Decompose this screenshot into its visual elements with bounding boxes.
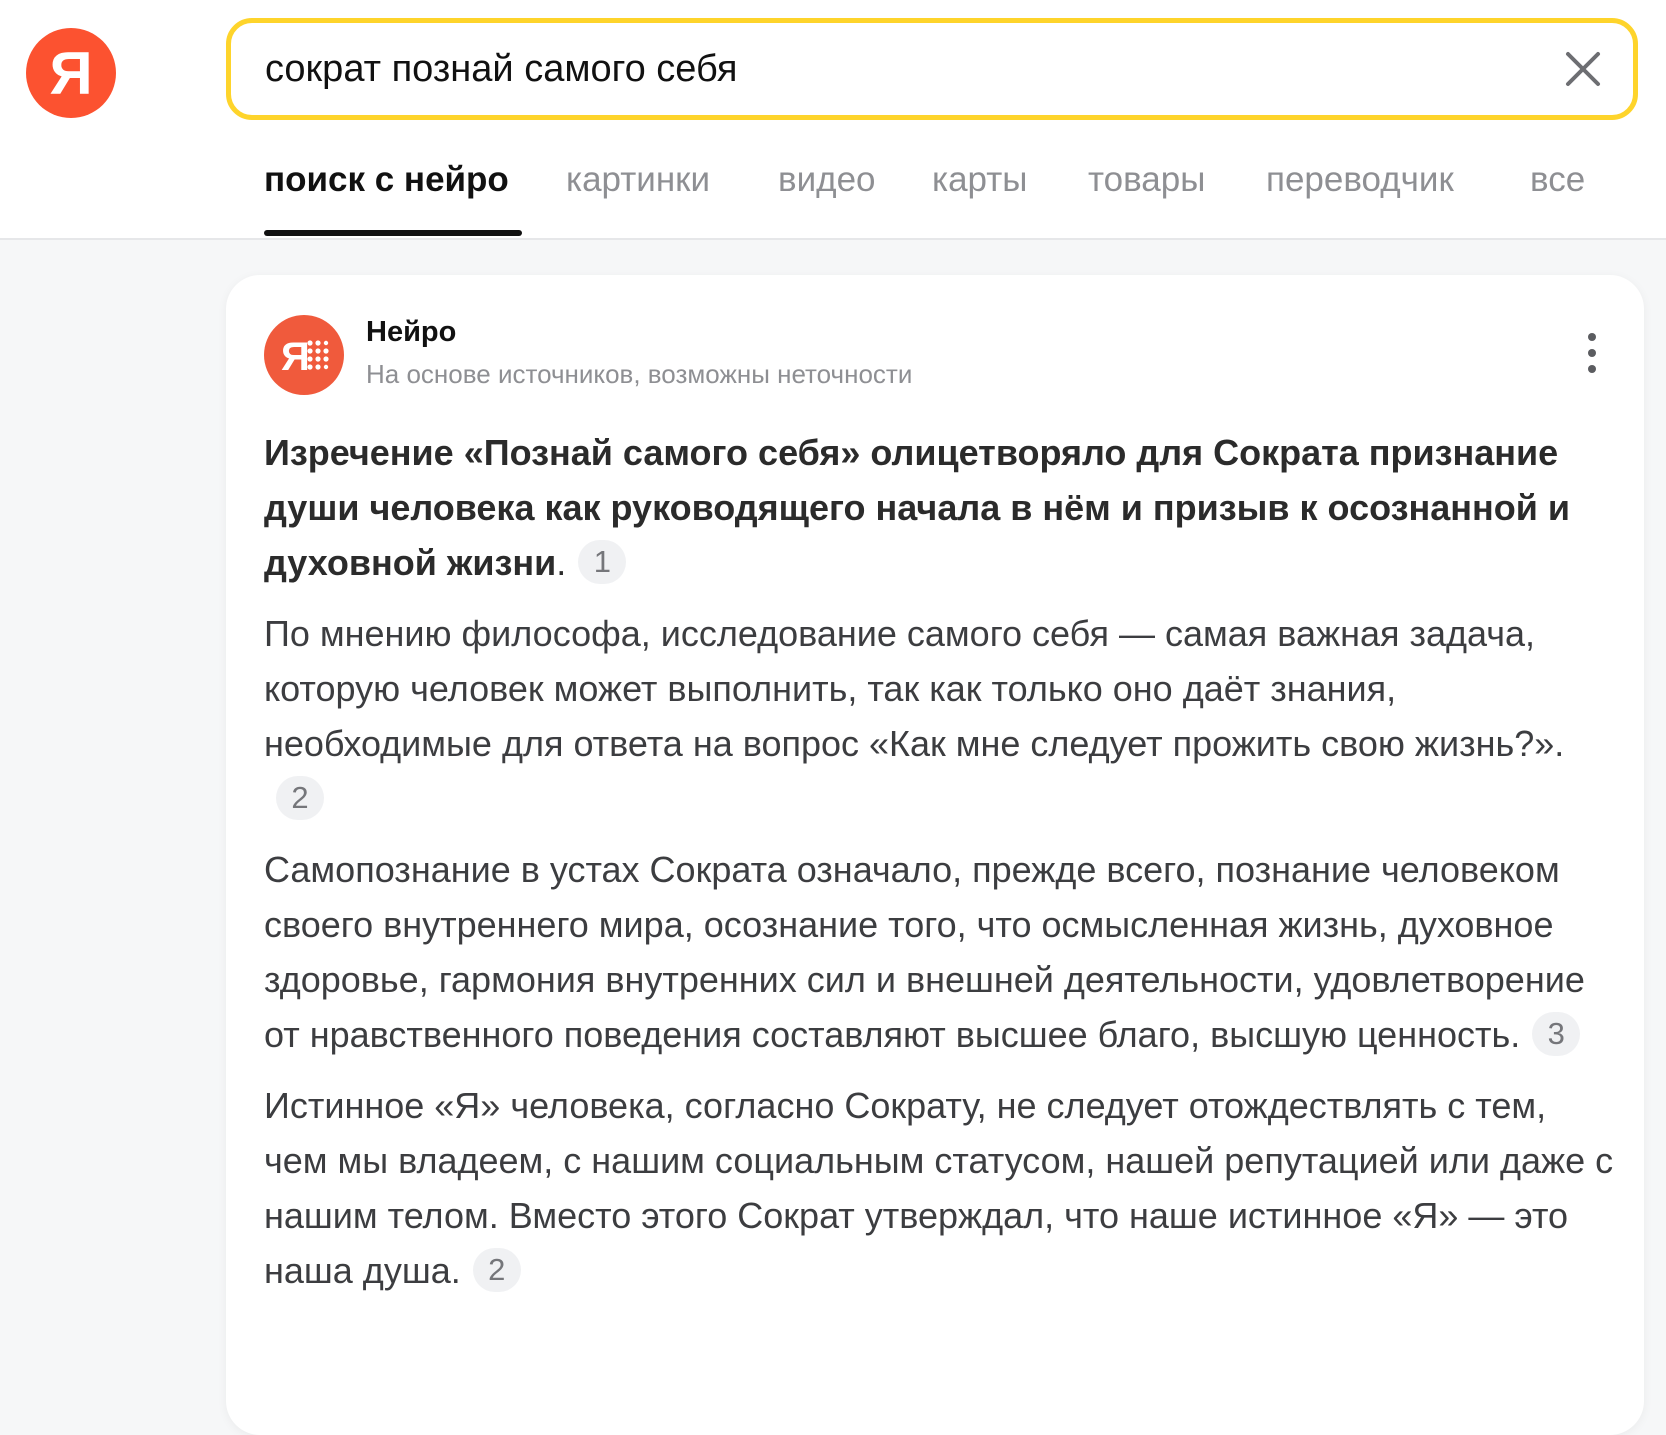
tab-images[interactable]: картинки bbox=[566, 160, 710, 200]
source-ref-badge[interactable]: 2 bbox=[472, 1248, 521, 1293]
search-box[interactable] bbox=[226, 18, 1638, 120]
answer-paragraph: По мнению философа, исследование самого … bbox=[264, 606, 1616, 826]
yandex-logo-letter: Я bbox=[49, 40, 93, 107]
paragraph-text: По мнению философа, исследование самого … bbox=[264, 613, 1565, 764]
paragraph-text: Истинное «Я» человека, согласно Сократу,… bbox=[264, 1085, 1614, 1291]
tab-label: поиск с нейро bbox=[264, 160, 509, 199]
more-dot bbox=[1588, 333, 1596, 341]
more-options-button[interactable] bbox=[1580, 333, 1604, 377]
tab-video[interactable]: видео bbox=[778, 160, 876, 200]
tab-label: картинки bbox=[566, 160, 711, 199]
yandex-logo[interactable]: Я bbox=[26, 28, 116, 118]
tab-label: переводчик bbox=[1266, 160, 1454, 199]
neiro-logo-icon: Я bbox=[281, 335, 329, 379]
svg-text:Я: Я bbox=[281, 335, 310, 379]
source-ref-badge[interactable]: 3 bbox=[1532, 1012, 1581, 1057]
answer-body: Изречение «Познай самого себя» олицетвор… bbox=[264, 425, 1616, 1314]
source-ref-badge[interactable]: 1 bbox=[578, 540, 627, 585]
answer-lead-bold: Изречение «Познай самого себя» олицетвор… bbox=[264, 432, 1571, 583]
neiro-answer-card: Я Нейро На основе источников, возможны н… bbox=[226, 275, 1644, 1435]
neiro-avatar: Я bbox=[264, 315, 344, 395]
answer-paragraph: Истинное «Я» человека, согласно Сократу,… bbox=[264, 1078, 1616, 1298]
search-input[interactable] bbox=[265, 23, 1515, 115]
paragraph-text: Самопознание в устах Сократа означало, п… bbox=[264, 849, 1585, 1055]
tab-translator[interactable]: переводчик bbox=[1266, 160, 1454, 200]
tab-label: видео bbox=[778, 160, 876, 199]
active-tab-underline bbox=[264, 230, 522, 236]
tab-maps[interactable]: карты bbox=[932, 160, 1027, 200]
answer-lead-tail: . bbox=[556, 542, 567, 583]
tab-label: все bbox=[1530, 160, 1586, 199]
source-ref-badge[interactable]: 2 bbox=[276, 776, 324, 821]
answer-paragraph: Самопознание в устах Сократа означало, п… bbox=[264, 842, 1616, 1062]
top-bar: Я поиск с нейро картинки видео карты тов… bbox=[0, 0, 1666, 240]
answer-lead: Изречение «Познай самого себя» олицетвор… bbox=[264, 425, 1616, 590]
tab-all[interactable]: все bbox=[1530, 160, 1585, 200]
neiro-subtitle: На основе источников, возможны неточност… bbox=[366, 359, 913, 389]
close-icon bbox=[1566, 52, 1600, 86]
more-dot bbox=[1588, 349, 1596, 357]
neiro-title: Нейро bbox=[366, 316, 457, 348]
tab-label: карты bbox=[932, 160, 1028, 199]
tab-neiro-search[interactable]: поиск с нейро bbox=[264, 160, 509, 200]
tab-goods[interactable]: товары bbox=[1088, 160, 1205, 200]
tab-label: товары bbox=[1088, 160, 1206, 199]
more-dot bbox=[1588, 365, 1596, 373]
clear-search-button[interactable] bbox=[1551, 37, 1615, 101]
